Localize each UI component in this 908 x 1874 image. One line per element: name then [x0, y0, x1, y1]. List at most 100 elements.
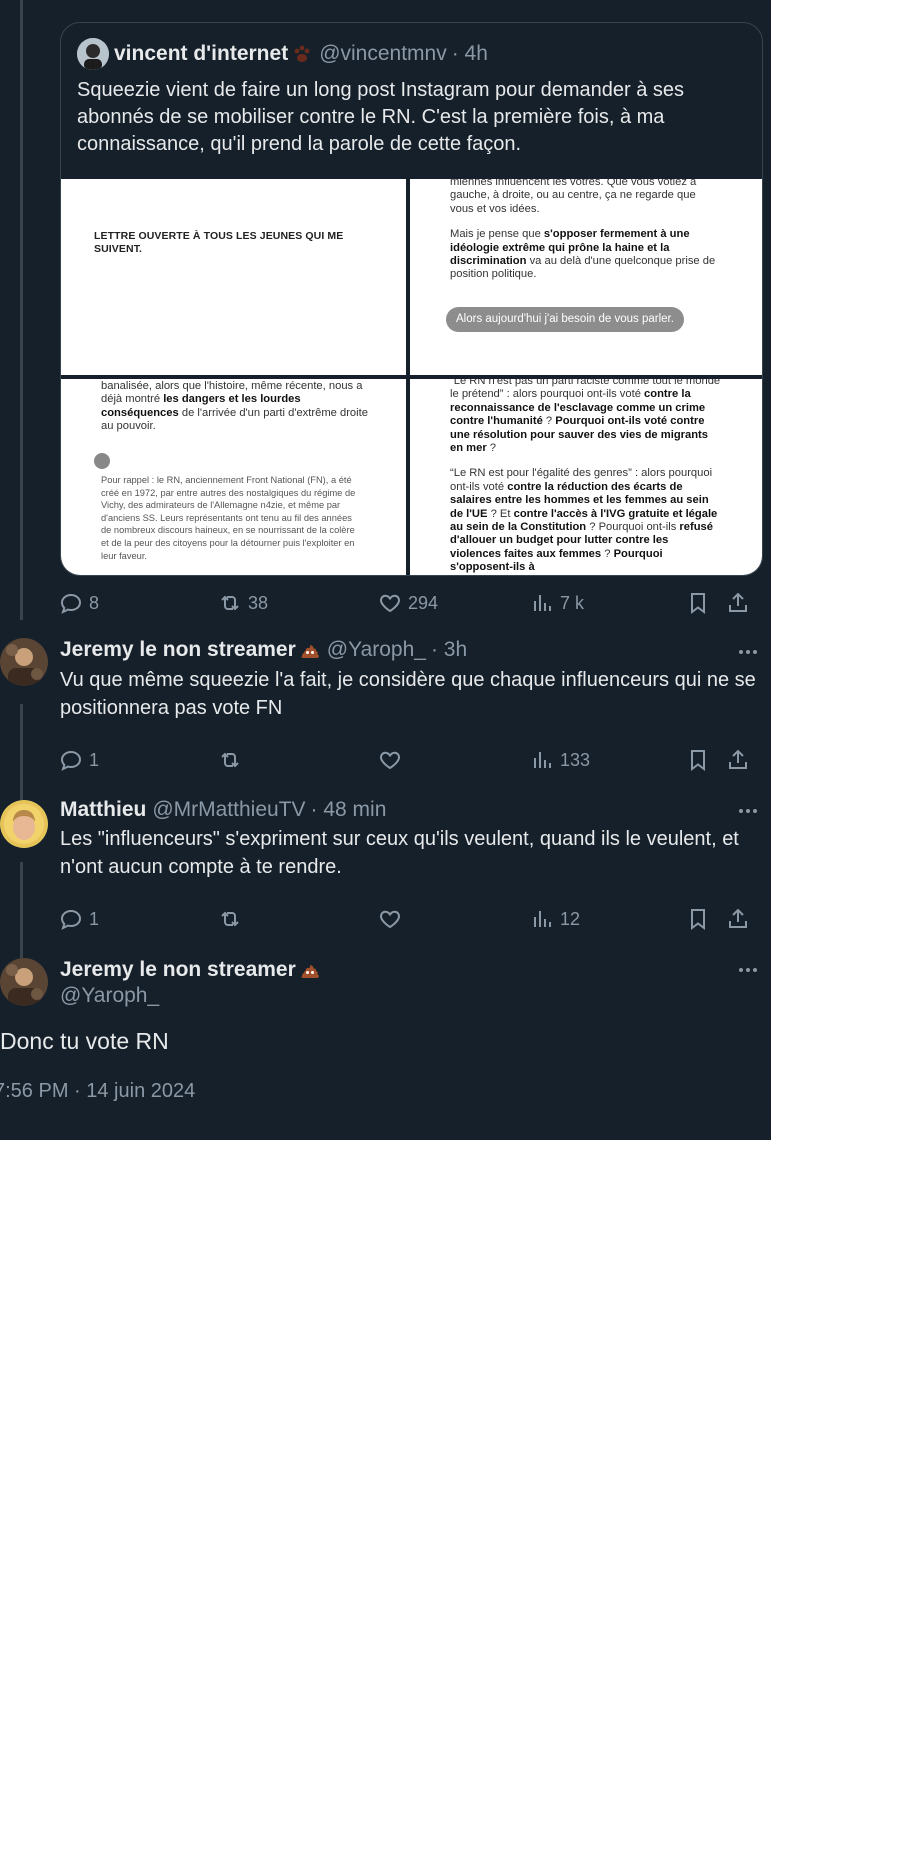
image-grid: LETTRE OUVERTE À TOUS LES JEUNES QUI ME …	[61, 179, 762, 575]
more-icon[interactable]	[736, 958, 760, 982]
warning-icon	[94, 453, 110, 469]
text-run: ? Pourquoi ont-ils	[586, 521, 680, 534]
image-4[interactable]: “Le RN n'est pas un parti raciste comme …	[410, 379, 762, 575]
author-name[interactable]: Matthieu	[60, 798, 146, 822]
more-icon[interactable]	[736, 799, 760, 823]
repost-button[interactable]	[218, 745, 242, 775]
post-time: · 48 min	[310, 798, 387, 821]
reply-icon	[60, 909, 82, 930]
main-tweet-header: Jeremy le non streamer	[60, 956, 321, 984]
bookmark-icon	[691, 750, 705, 771]
avatar[interactable]	[0, 958, 48, 1006]
views-button[interactable]: 133	[530, 745, 590, 775]
author-handle[interactable]: @Yaroph_	[327, 638, 426, 662]
reply-count: 1	[89, 908, 100, 929]
text-run: Mais je pense que	[450, 228, 544, 241]
analytics-icon	[534, 752, 551, 768]
image-4-text: “Le RN n'est pas un parti raciste comme …	[450, 379, 722, 575]
heart-icon	[380, 910, 400, 929]
avatar[interactable]	[77, 38, 109, 70]
repost-count: 38	[248, 592, 269, 613]
repost-icon	[221, 595, 239, 611]
reply-count: 1	[89, 749, 100, 770]
post-time: · 3h	[430, 638, 468, 661]
paragraph: “Le RN est pour l'égalité des genres” : …	[450, 467, 722, 574]
view-count: 7 k	[560, 592, 585, 613]
action-bar: 1 133	[0, 745, 771, 775]
reply-text: Les "influenceurs" s'expriment sur ceux …	[60, 828, 739, 878]
view-count: 12	[560, 908, 581, 929]
bookmark-button[interactable]	[686, 588, 710, 618]
poop-icon	[301, 645, 319, 658]
image-1[interactable]: LETTRE OUVERTE À TOUS LES JEUNES QUI ME …	[61, 179, 406, 375]
action-bar: 8 38 294 7 k	[0, 588, 771, 618]
paragraph: miennes influencent les vôtres. Que vous…	[450, 179, 697, 215]
share-icon	[729, 908, 747, 928]
share-button[interactable]	[726, 588, 750, 618]
repost-icon	[221, 752, 239, 768]
views-button[interactable]: 7 k	[530, 588, 584, 618]
repost-button[interactable]	[218, 904, 242, 934]
image-1-title: LETTRE OUVERTE À TOUS LES JEUNES QUI ME …	[94, 230, 344, 256]
post-time: · 4h	[451, 42, 488, 65]
author-handle[interactable]: @Yaroph_	[60, 984, 159, 1008]
share-icon	[729, 749, 747, 769]
share-button[interactable]	[726, 904, 750, 934]
image-3[interactable]: banalisée, alors que l'histoire, même ré…	[61, 379, 406, 575]
share-button[interactable]	[726, 745, 750, 775]
text-run: ?	[542, 415, 556, 428]
views-button[interactable]: 12	[530, 904, 580, 934]
reply-header: Jeremy le non streamer @Yaroph_ · 3h	[60, 636, 467, 664]
heart-icon	[380, 594, 400, 613]
bookmark-button[interactable]	[686, 904, 710, 934]
text-run: ? Et	[487, 507, 514, 520]
author-name[interactable]: vincent d'internet	[114, 42, 288, 66]
view-count: 133	[560, 749, 591, 770]
message-bubble: Alors aujourd'hui j'ai besoin de vous pa…	[446, 307, 684, 332]
main-tweet-text: Donc tu vote RN	[0, 1028, 169, 1054]
author-name[interactable]: Jeremy le non streamer	[60, 638, 296, 662]
reply-text: Vu que même squeezie l'a fait, je consid…	[60, 669, 756, 719]
bookmark-button[interactable]	[686, 745, 710, 775]
paw-icon	[294, 45, 310, 62]
like-button[interactable]	[378, 745, 402, 775]
paragraph: Mais je pense que s'opposer fermement à …	[450, 228, 720, 282]
reply-icon	[60, 593, 82, 614]
poop-icon	[301, 965, 319, 978]
reply-button[interactable]: 1	[59, 904, 99, 934]
bookmark-icon	[691, 593, 705, 614]
reply-icon	[60, 750, 82, 771]
reply-button[interactable]: 8	[59, 588, 99, 618]
thread-line	[20, 0, 23, 620]
more-icon[interactable]	[736, 640, 760, 664]
quoted-tweet-card[interactable]: vincent d'internet @vincentmnv · 4h Sque…	[60, 22, 763, 576]
like-button[interactable]: 294	[378, 588, 438, 618]
action-bar: 1 12	[0, 904, 771, 934]
image-3-text: banalisée, alors que l'histoire, même ré…	[101, 380, 371, 434]
avatar[interactable]	[0, 638, 48, 686]
image-2-text: miennes influencent les vôtres. Que vous…	[450, 179, 720, 282]
heart-icon	[380, 751, 400, 770]
analytics-icon	[534, 911, 551, 927]
reply-header: Matthieu @MrMatthieuTV · 48 min	[60, 796, 386, 824]
quoted-tweet-header: vincent d'internet @vincentmnv · 4h	[77, 38, 488, 70]
author-handle[interactable]: @MrMatthieuTV	[152, 798, 305, 822]
tweet-timestamp[interactable]: 7:56 PM · 14 juin 2024	[0, 1080, 195, 1103]
quoted-tweet-text: Squeezie vient de faire un long post Ins…	[77, 79, 685, 155]
text-run: ?	[486, 442, 497, 455]
text-run: ?	[601, 547, 614, 560]
image-2[interactable]: miennes influencent les vôtres. Que vous…	[410, 179, 762, 375]
conversation-panel: vincent d'internet @vincentmnv · 4h Sque…	[0, 0, 771, 1140]
analytics-icon	[534, 595, 551, 611]
like-count: 294	[408, 592, 439, 613]
author-name[interactable]: Jeremy le non streamer	[60, 958, 296, 982]
reply-button[interactable]: 1	[59, 745, 99, 775]
avatar[interactable]	[0, 800, 48, 848]
paragraph: “Le RN n'est pas un parti raciste comme …	[450, 379, 722, 455]
share-icon	[729, 592, 747, 612]
paragraph: banalisée, alors que l'histoire, même ré…	[101, 380, 371, 434]
like-button[interactable]	[378, 904, 402, 934]
repost-icon	[221, 911, 239, 927]
author-handle[interactable]: @vincentmnv	[319, 42, 447, 66]
repost-button[interactable]: 38	[218, 588, 268, 618]
